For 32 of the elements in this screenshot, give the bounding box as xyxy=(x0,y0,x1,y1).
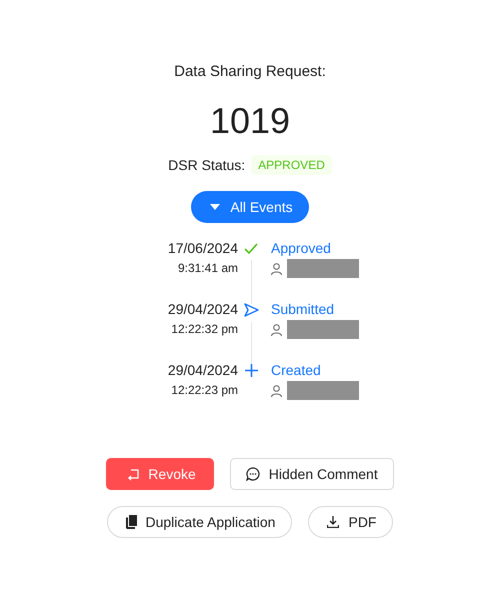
event-time: 12:22:32 pm xyxy=(170,321,238,338)
caret-icon xyxy=(210,204,220,210)
request-number: 1019 xyxy=(210,100,290,142)
event-date: 29/04/2024 xyxy=(166,300,238,318)
event-date: 17/06/2024 xyxy=(166,239,238,257)
documents-icon xyxy=(126,515,136,529)
revoke-icon xyxy=(128,468,140,480)
user-icon xyxy=(271,324,282,336)
download-icon xyxy=(327,516,340,528)
event-time: 12:22:23 pm xyxy=(170,382,238,399)
plus-icon xyxy=(244,364,258,377)
all-events-button[interactable]: All Events xyxy=(191,191,309,223)
action-button[interactable]: Duplicate Application xyxy=(106,506,292,538)
redaction-bar xyxy=(287,381,359,400)
send-icon xyxy=(244,303,258,317)
status-tag: APPROVED xyxy=(251,155,332,175)
event-link[interactable]: Submitted xyxy=(271,300,334,318)
event-link[interactable]: Approved xyxy=(271,239,331,257)
action-button[interactable]: PDF xyxy=(308,506,394,538)
event-time: 9:31:41 am xyxy=(176,260,238,277)
check-icon xyxy=(244,242,258,255)
redaction-bar xyxy=(287,320,359,339)
request-title: Data Sharing Request: xyxy=(174,62,326,82)
event-date: 29/04/2024 xyxy=(166,361,238,379)
action-button[interactable]: Hidden Comment xyxy=(230,458,394,490)
status-label: DSR Status: xyxy=(168,157,246,173)
user-icon xyxy=(271,262,282,274)
user-icon xyxy=(271,384,282,396)
redaction-bar xyxy=(287,259,359,278)
action-button[interactable]: Revoke xyxy=(106,458,214,490)
event-link[interactable]: Created xyxy=(271,361,321,379)
comment-icon xyxy=(246,467,260,481)
